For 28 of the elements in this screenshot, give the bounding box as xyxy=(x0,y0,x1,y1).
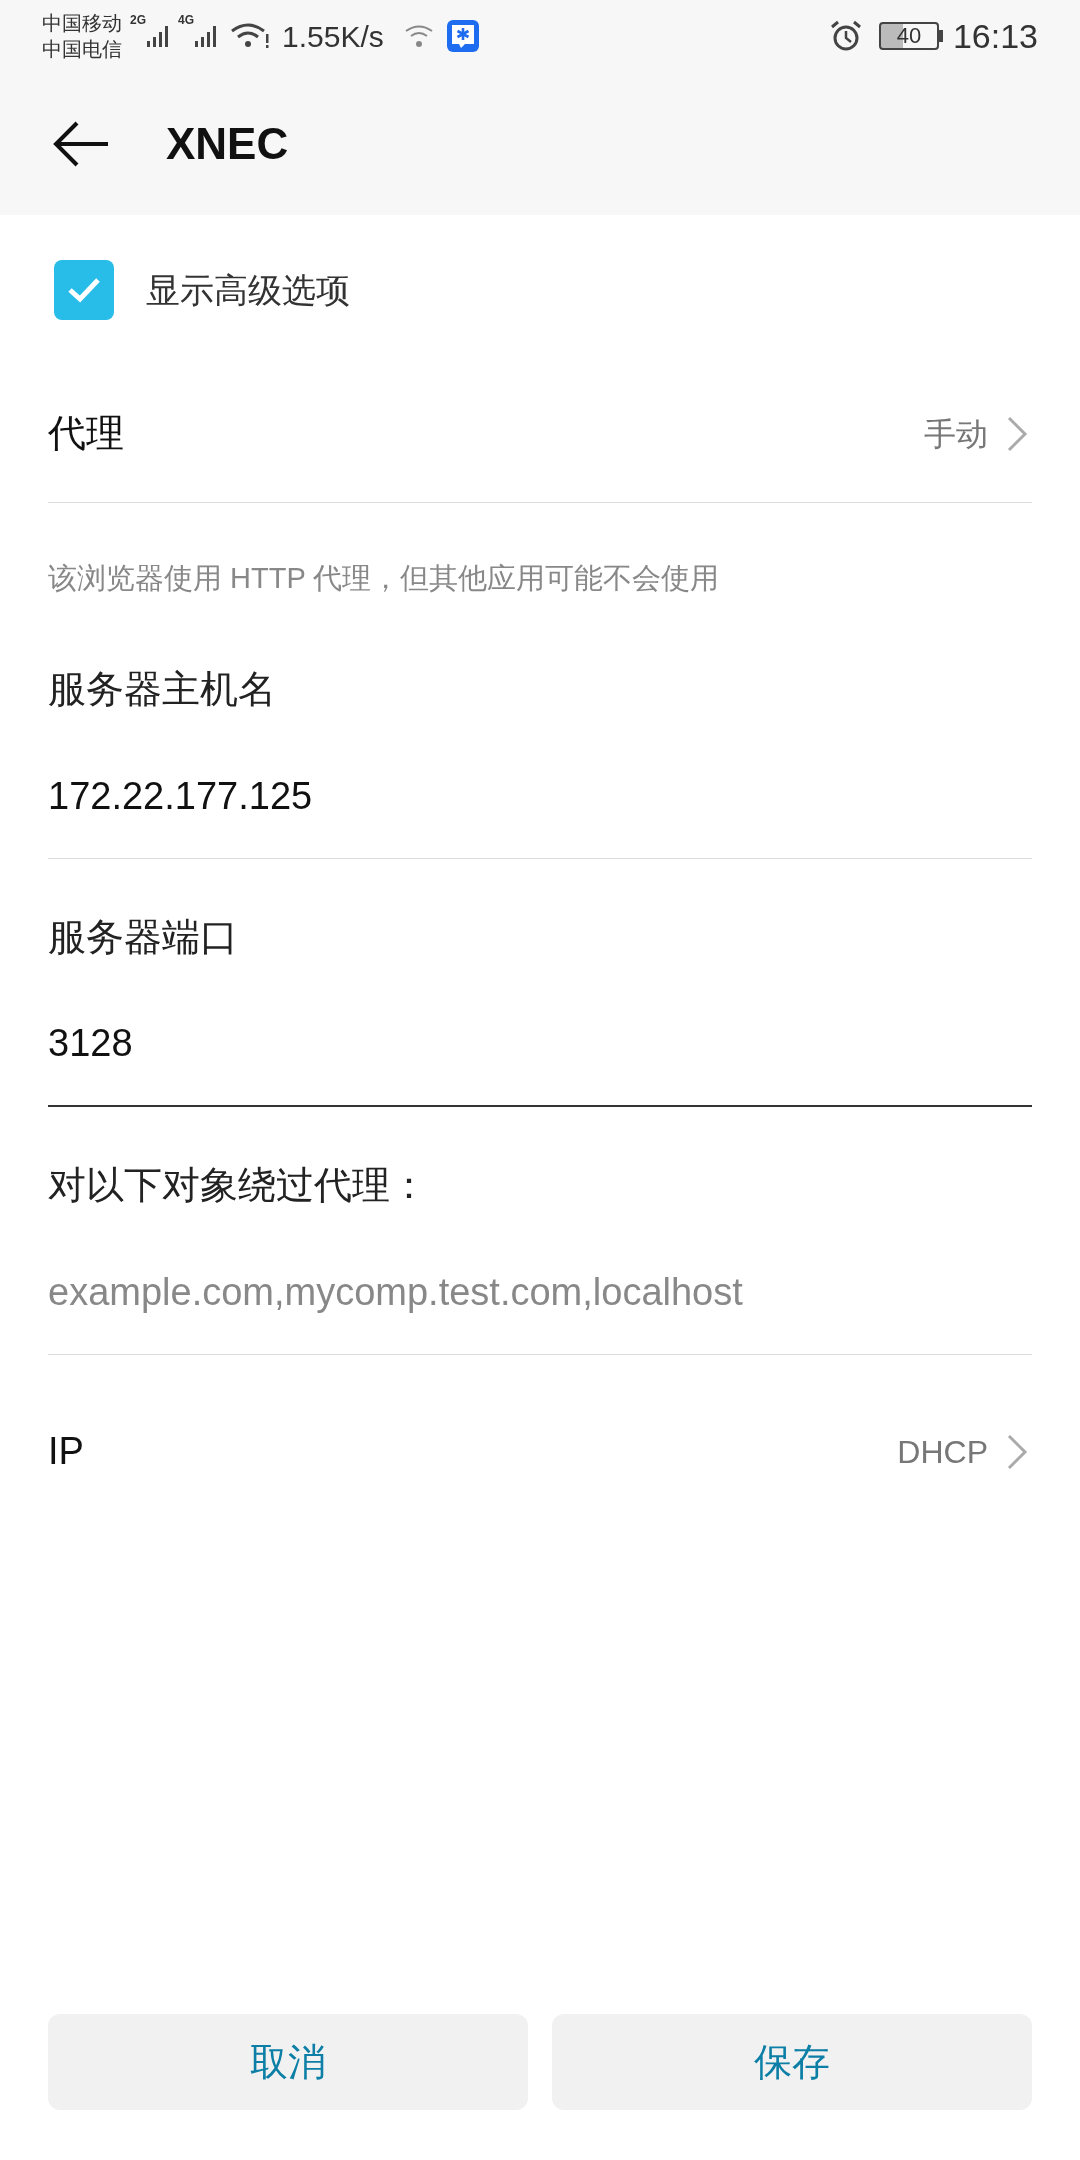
wifi-icon xyxy=(230,22,271,50)
battery-icon: 40 xyxy=(878,22,939,50)
chevron-icon xyxy=(1006,414,1028,453)
setting-label: IP xyxy=(48,1429,85,1474)
input-field[interactable]: example.com,mycomp.test.com,localhost xyxy=(48,1230,1032,1355)
alarm-icon xyxy=(828,19,863,53)
carrier-name: 中国移动 xyxy=(42,11,122,36)
setting-value[interactable]: DHCP xyxy=(897,1427,1028,1476)
field-label: 服务器端口 xyxy=(48,914,239,960)
chevron-icon xyxy=(1006,1432,1028,1471)
network-speed: 1.55K/s xyxy=(282,18,384,55)
dialog-button[interactable]: 取消 xyxy=(48,2014,528,2110)
dialog-button[interactable]: 保存 xyxy=(552,2014,1032,2110)
app-icon xyxy=(445,19,480,53)
input-field[interactable]: 3128 xyxy=(48,982,1032,1107)
field-label: 对以下对象绕过代理： xyxy=(48,1162,429,1208)
checkbox[interactable] xyxy=(54,260,114,320)
clock-time: 16:13 xyxy=(952,15,1038,57)
checkbox-label: 显示高级选项 xyxy=(146,269,350,311)
network-type: 2G xyxy=(130,13,146,27)
setting-value[interactable]: 手动 xyxy=(924,409,1028,458)
setting-label: 代理 xyxy=(48,411,125,456)
network-type: 4G xyxy=(178,13,195,27)
input-field[interactable]: 172.22.177.125 xyxy=(48,734,1032,859)
field-label: 服务器主机名 xyxy=(48,666,277,712)
page-title: XNEC xyxy=(166,117,289,170)
carrier-name: 中国电信 xyxy=(42,37,122,62)
hint-text: 该浏览器使用 HTTP 代理，但其他应用可能不会使用 xyxy=(48,561,721,596)
